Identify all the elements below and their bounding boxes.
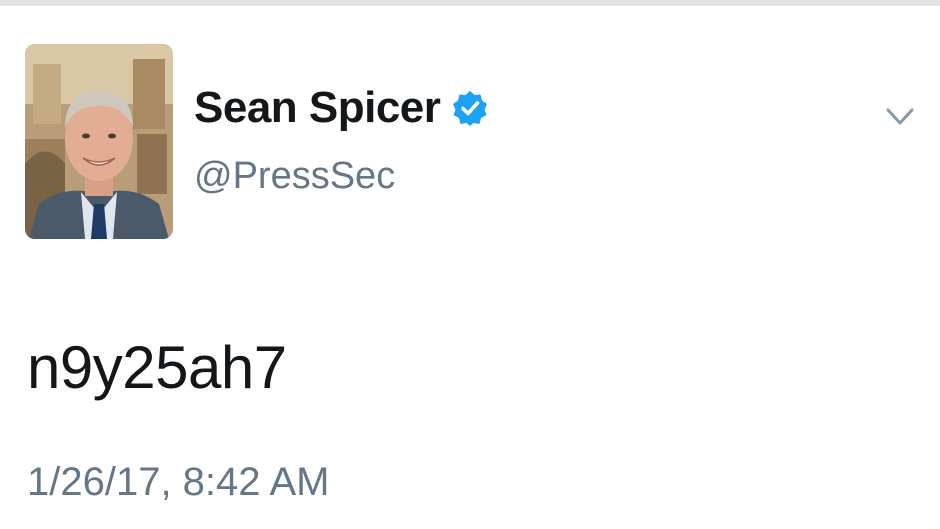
- avatar[interactable]: [25, 44, 173, 239]
- verified-badge-icon: [452, 90, 488, 126]
- author-name-row: Sean Spicer: [194, 82, 488, 134]
- author-display-name[interactable]: Sean Spicer: [194, 82, 441, 134]
- avatar-photo: [25, 44, 173, 239]
- chevron-down-icon[interactable]: [880, 102, 920, 132]
- tweet-timestamp[interactable]: 1/26/17, 8:42 AM: [27, 458, 329, 506]
- tweet-text: n9y25ah7: [27, 334, 287, 401]
- author-handle[interactable]: @PressSec: [194, 154, 395, 198]
- tweet-card: Sean Spicer @PressSec n9y25ah7 1/26/17, …: [0, 6, 940, 529]
